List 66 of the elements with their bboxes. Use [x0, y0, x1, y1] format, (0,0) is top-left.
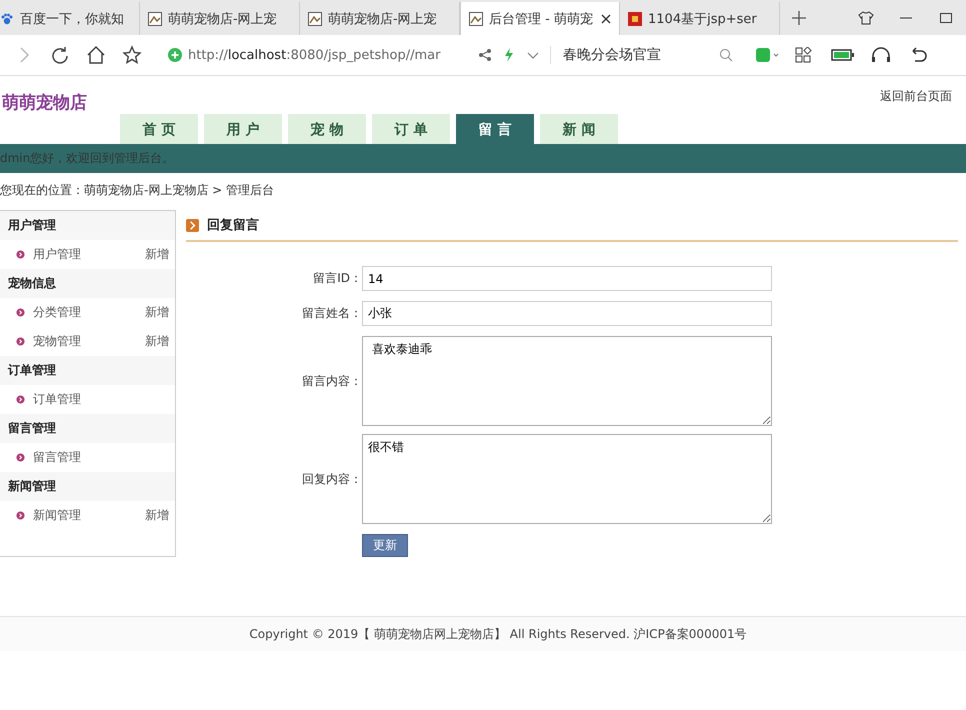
sidebar-link[interactable]: 订单管理 [33, 391, 169, 408]
text-area[interactable]: 喜欢泰迪乖 [362, 336, 772, 426]
add-link[interactable]: 新增 [145, 304, 169, 321]
image-icon [469, 12, 483, 26]
panel-title: 回复留言 [207, 216, 259, 234]
back-to-site-link[interactable]: 返回前台页面 [880, 88, 952, 105]
lightning-icon[interactable] [502, 48, 516, 62]
maximize-icon[interactable] [938, 11, 954, 25]
sidebar-group-title: 宠物信息 [0, 269, 175, 298]
sidebar-link[interactable]: 留言管理 [33, 449, 169, 466]
bullet-icon [16, 337, 25, 346]
nav-tab[interactable]: 留 言 [456, 114, 534, 144]
share-icon[interactable] [478, 48, 492, 62]
input-field[interactable]: 小张 [362, 301, 772, 326]
field-label: 留言姓名： [301, 305, 362, 322]
address-field[interactable]: http://localhost:8080/jsp_petshop//mar [158, 48, 468, 62]
bullet-icon [16, 250, 25, 259]
new-tab-icon[interactable] [792, 11, 806, 25]
nav-tab[interactable]: 首 页 [120, 114, 198, 144]
browser-tab[interactable]: 后台管理 - 萌萌宠 [460, 2, 620, 35]
bullet-icon [16, 511, 25, 520]
field-label: 留言ID： [312, 270, 362, 287]
sidebar-link[interactable]: 新闻管理 [33, 507, 145, 524]
sidebar-group-title: 新闻管理 [0, 472, 175, 501]
square-icon [628, 12, 642, 26]
sidebar-group-title: 留言管理 [0, 414, 175, 443]
battery-icon[interactable] [831, 47, 855, 63]
input-field[interactable]: 14 [362, 266, 772, 291]
breadcrumb: 您现在的位置：萌萌宠物店-网上宠物店 > 管理后台 [0, 182, 276, 199]
field-label: 回复内容： [301, 470, 362, 488]
shield-icon [168, 48, 182, 62]
bullet-icon [16, 308, 25, 317]
nav-tab[interactable]: 订 单 [372, 114, 450, 144]
image-icon [308, 12, 322, 26]
update-button[interactable]: 更新 [362, 534, 408, 557]
text-area[interactable]: 很不错 [362, 434, 772, 524]
copyright-text: Copyright © 2019【 萌萌宠物店网上宠物店】 All Rights Reserved. 沪ICP备案000001号 [249, 626, 747, 642]
bullet-icon [16, 395, 25, 404]
image-icon [148, 12, 162, 26]
sidebar-link[interactable]: 分类管理 [33, 304, 145, 321]
translate-icon[interactable] [755, 47, 779, 63]
sidebar-group-title: 订单管理 [0, 356, 175, 385]
nav-tab[interactable]: 用 户 [204, 114, 282, 144]
sidebar-group-title: 用户管理 [0, 211, 175, 240]
search-icon [719, 48, 733, 62]
add-link[interactable]: 新增 [145, 246, 169, 263]
nav-tab[interactable]: 新 闻 [540, 114, 618, 144]
sidebar-link[interactable]: 宠物管理 [33, 333, 145, 350]
shirt-icon[interactable] [858, 11, 874, 25]
sidebar-link[interactable]: 用户管理 [33, 246, 145, 263]
home-icon[interactable] [86, 45, 106, 65]
reload-icon[interactable] [50, 45, 70, 65]
headphones-icon[interactable] [869, 47, 893, 63]
search-field[interactable]: 春晚分会场官宣 [550, 46, 741, 64]
close-icon[interactable] [601, 14, 611, 24]
browser-tab[interactable]: 萌萌宠物店-网上宠 [140, 2, 300, 35]
add-link[interactable]: 新增 [145, 333, 169, 350]
paw-icon [0, 12, 14, 26]
add-link[interactable]: 新增 [145, 507, 169, 524]
star-icon[interactable] [122, 45, 142, 65]
bullet-icon [16, 453, 25, 462]
browser-tab[interactable]: 百度一下，你就知 [0, 2, 140, 35]
field-label: 留言内容： [301, 372, 362, 390]
site-logo: 萌萌宠物店 [2, 92, 87, 114]
browser-tab[interactable]: 1104基于jsp+ser [620, 2, 780, 35]
nav-tab[interactable]: 宠 物 [288, 114, 366, 144]
